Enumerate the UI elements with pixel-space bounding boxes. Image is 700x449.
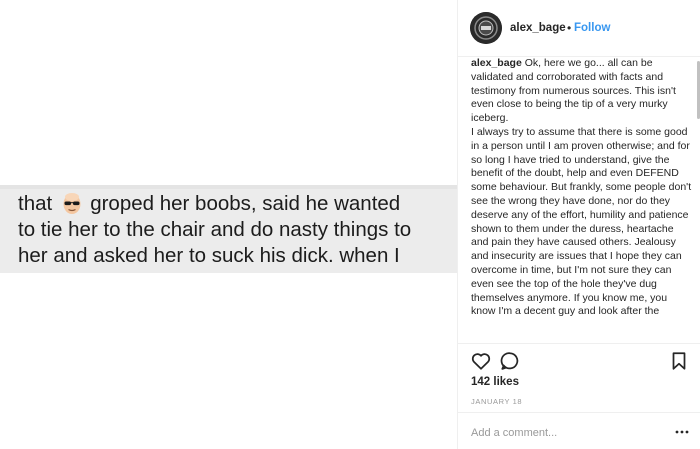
bookmark-icon[interactable] bbox=[668, 350, 690, 372]
strip-cut-edge bbox=[0, 185, 457, 189]
post-date[interactable]: JANUARY 18 bbox=[471, 397, 522, 406]
screenshot-line-2: to tie her to the chair and do nasty thi… bbox=[18, 218, 412, 241]
heart-icon[interactable] bbox=[470, 350, 492, 372]
post-sidebar: alex_bage • Follow alex_bage Ok, here we… bbox=[457, 0, 700, 449]
likes-count[interactable]: 142 likes bbox=[471, 376, 519, 388]
username-link[interactable]: alex_bage bbox=[510, 22, 566, 34]
post-image[interactable]: that groped her boobs, said he wanted to… bbox=[0, 0, 457, 449]
more-options-icon[interactable] bbox=[674, 424, 690, 440]
screenshot-line-1: that groped her boobs, said he wanted bbox=[18, 191, 401, 215]
post-header: alex_bage • Follow bbox=[458, 0, 700, 56]
post-actions bbox=[458, 348, 700, 376]
caption-paragraph-2: I always try to assume that there is som… bbox=[471, 125, 692, 318]
caption-username-link[interactable]: alex_bage bbox=[471, 57, 522, 69]
separator-dot: • bbox=[567, 21, 572, 35]
comment-icon[interactable] bbox=[499, 350, 521, 372]
comment-divider bbox=[458, 412, 700, 413]
screenshot-text: that groped her boobs, said he wanted to… bbox=[18, 191, 454, 269]
comment-input[interactable] bbox=[471, 424, 661, 442]
caption-paragraph-1: alex_bage Ok, here we go... all can be v… bbox=[471, 57, 676, 125]
screenshot-line-3: her and asked her to suck his dick. when… bbox=[18, 244, 400, 267]
profile-avatar-icon[interactable] bbox=[470, 12, 502, 44]
actions-divider bbox=[458, 343, 700, 344]
follow-button[interactable]: Follow bbox=[574, 22, 610, 34]
post-caption: alex_bage Ok, here we go... all can be v… bbox=[471, 57, 693, 343]
bald-man-sunglasses-emoji-icon bbox=[60, 191, 84, 215]
